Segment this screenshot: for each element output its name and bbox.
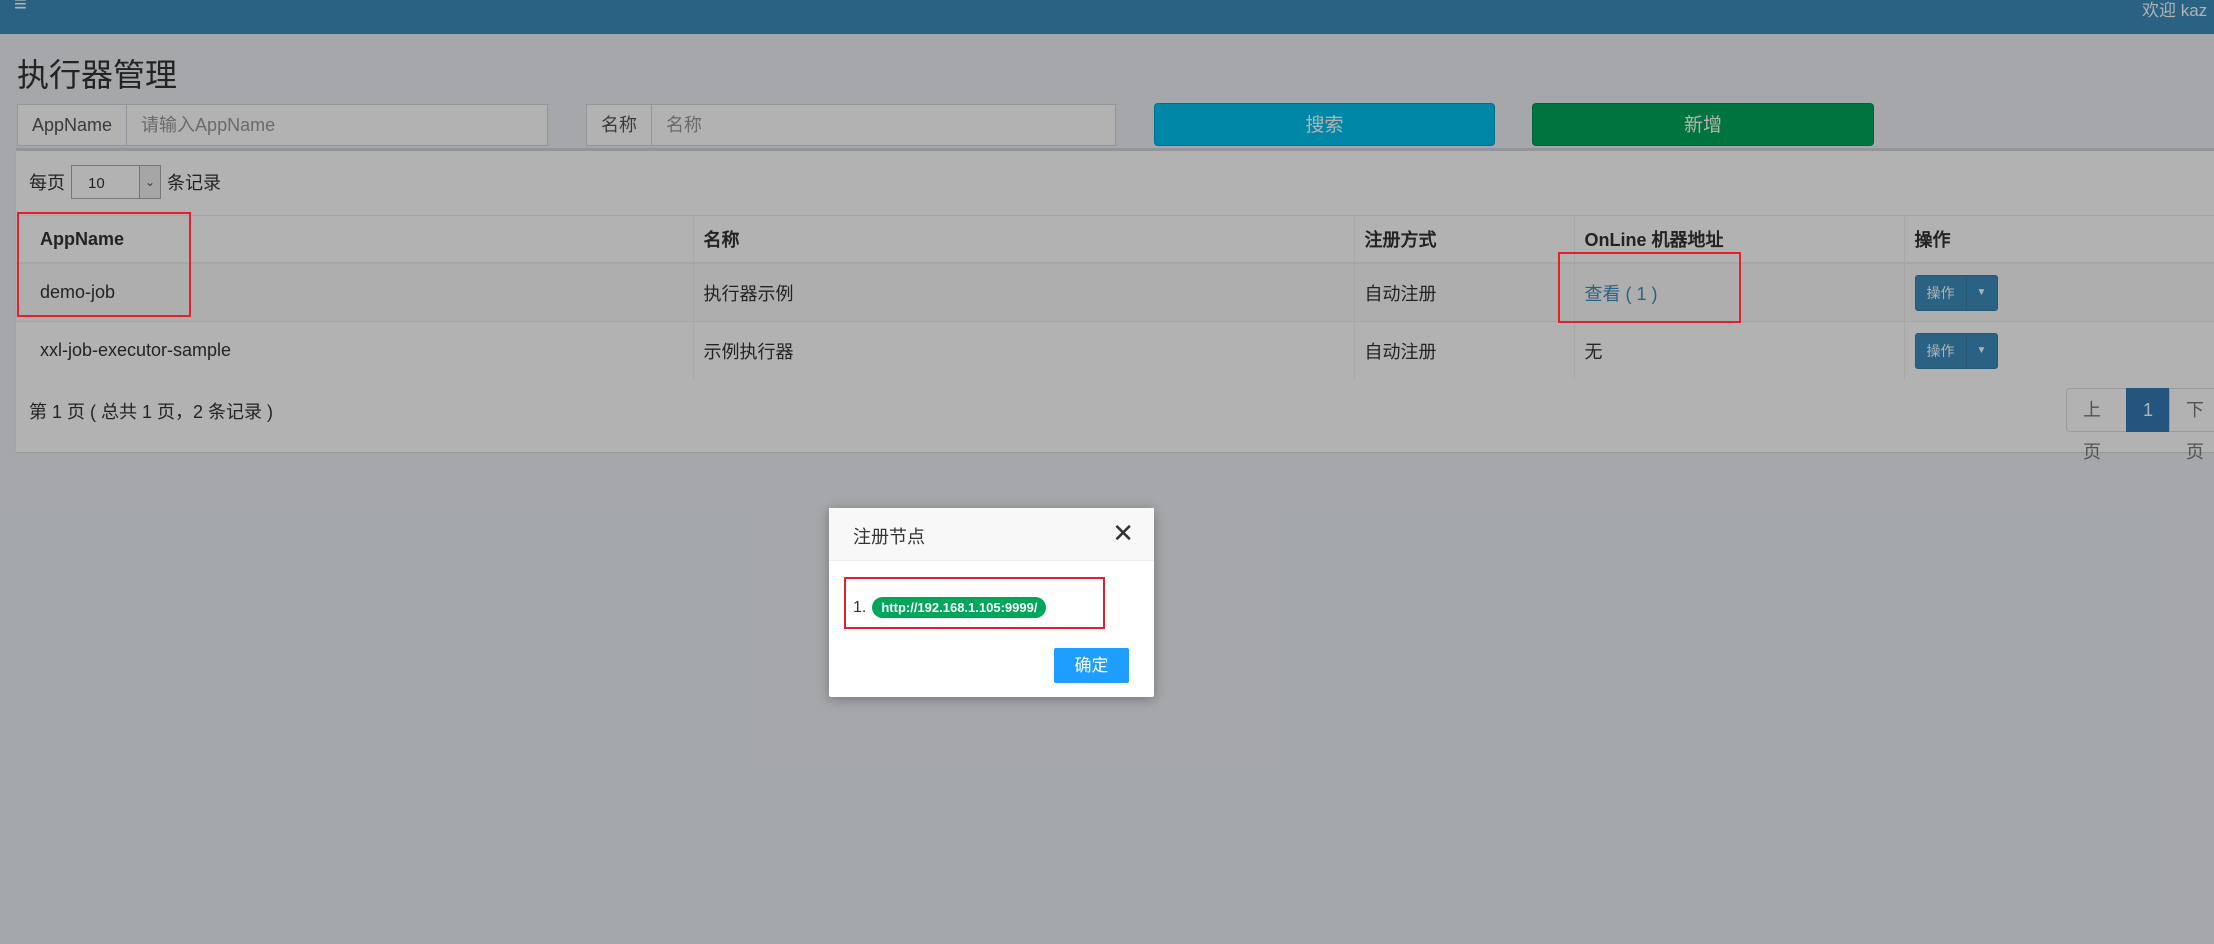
close-icon[interactable]: ✕ [1112,519,1134,547]
dialog-body: 1. http://192.168.1.105:9999/ 确定 [829,561,1154,698]
highlight-online [1558,252,1741,323]
address-index: 1. [853,598,867,616]
register-node-dialog: 注册节点 ✕ 1. http://192.168.1.105:9999/ 确定 [829,508,1154,697]
modal-backdrop[interactable] [0,0,2214,944]
confirm-button[interactable]: 确定 [1054,648,1129,683]
highlight-appname [17,212,191,317]
address-badge: http://192.168.1.105:9999/ [872,597,1047,618]
dialog-header: 注册节点 ✕ [829,508,1154,561]
dialog-title: 注册节点 [853,527,925,547]
registered-address-item: 1. http://192.168.1.105:9999/ [853,597,1047,618]
